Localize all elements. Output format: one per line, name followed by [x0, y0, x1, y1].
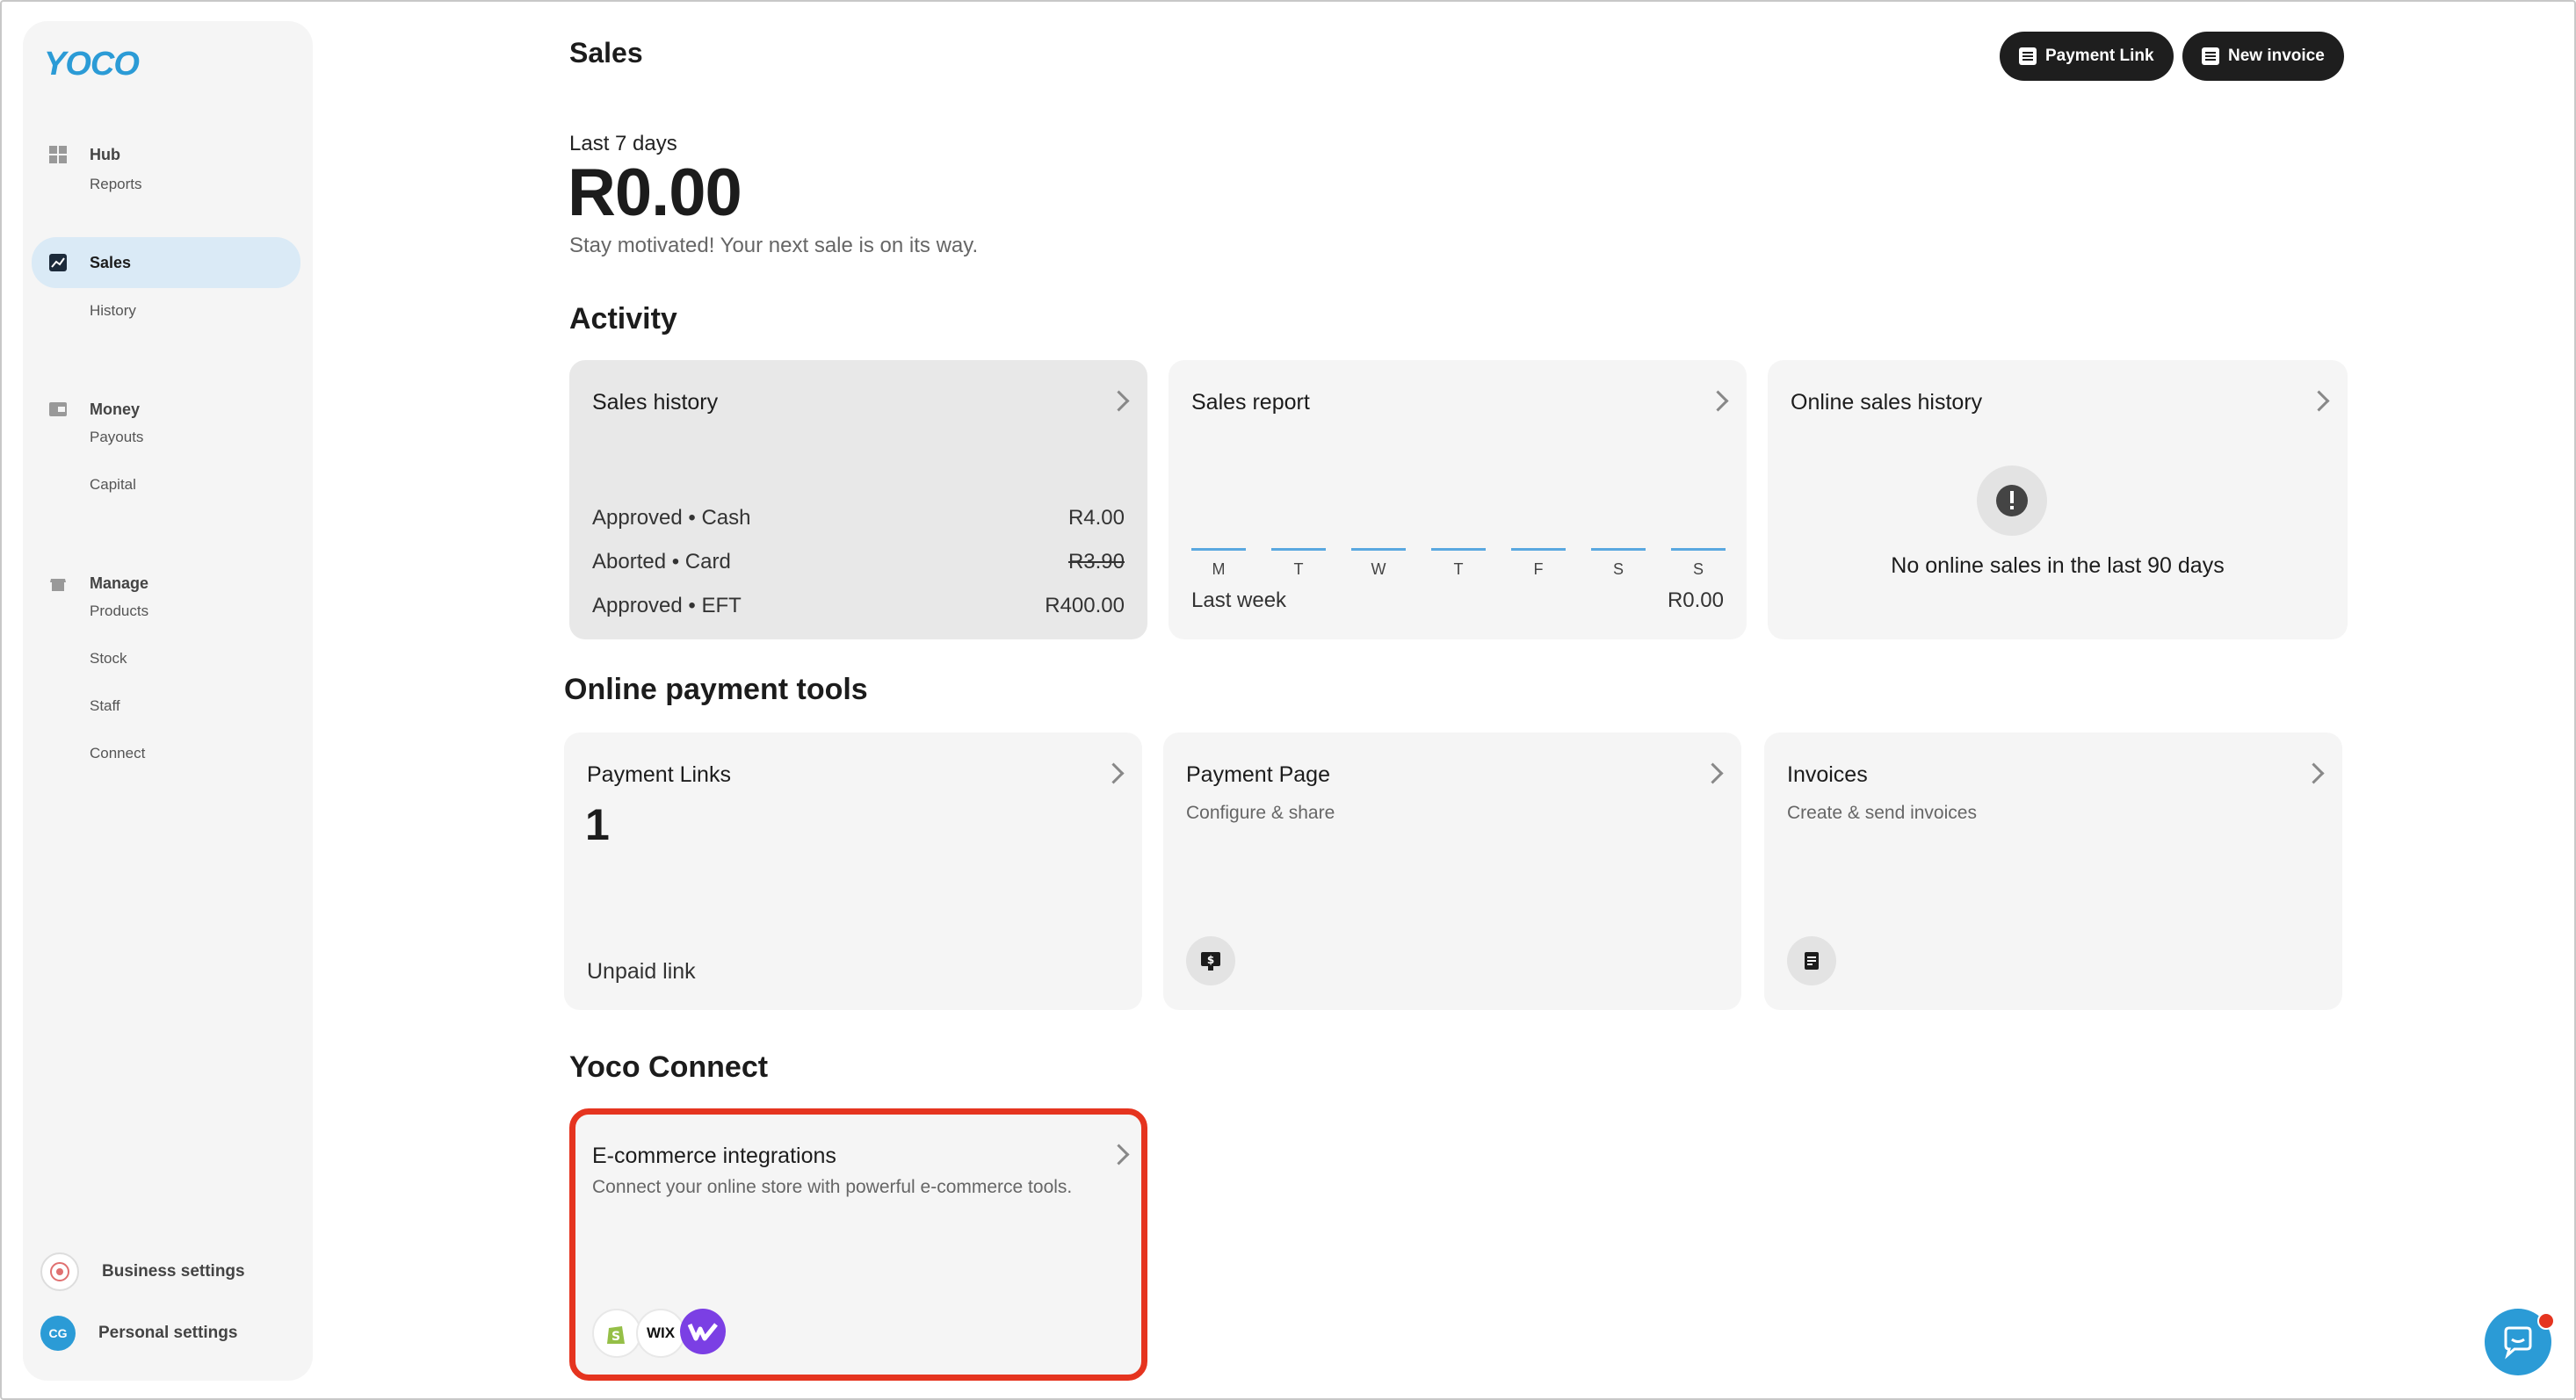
- page-title: Sales: [569, 37, 643, 69]
- sales-history-title: Sales history: [592, 390, 719, 415]
- svg-text:$: $: [1207, 954, 1214, 966]
- nav-money-label: Money: [90, 400, 141, 418]
- chart-bar: [1191, 548, 1246, 551]
- alert-icon: [1977, 465, 2047, 536]
- payment-link-button[interactable]: Payment Link: [2000, 32, 2174, 81]
- tools-heading: Online payment tools: [564, 673, 868, 706]
- invoice-icon: [1787, 936, 1836, 985]
- grid-icon: [47, 144, 69, 165]
- payment-page-title: Payment Page: [1186, 762, 1330, 787]
- payment-links-card[interactable]: Payment Links 1 Unpaid link: [564, 732, 1142, 1010]
- unpaid-link-label: Unpaid link: [587, 959, 696, 984]
- connect-heading: Yoco Connect: [569, 1050, 769, 1084]
- chart-bar: [1591, 548, 1646, 551]
- invoice-icon: [2202, 47, 2219, 65]
- list-item: Approved • Cash R4.00: [592, 506, 1125, 530]
- online-sales-title: Online sales history: [1791, 390, 1983, 415]
- link-icon: [2019, 47, 2037, 65]
- payment-page-subtitle: Configure & share: [1186, 803, 1335, 823]
- nav-stock[interactable]: Stock: [90, 650, 127, 668]
- chevron-right-icon: [1108, 390, 1130, 412]
- online-sales-card[interactable]: Online sales history No online sales in …: [1768, 360, 2348, 639]
- nav-hub[interactable]: Hub: [47, 130, 120, 179]
- list-item: Aborted • Card R3.90: [592, 550, 1125, 574]
- payment-links-count: 1: [585, 800, 610, 849]
- nav-capital[interactable]: Capital: [90, 476, 136, 494]
- chart-bar: [1511, 548, 1566, 551]
- nav-connect[interactable]: Connect: [90, 745, 145, 762]
- row-value: R4.00: [1067, 506, 1125, 530]
- row-label: Aborted • Card: [592, 550, 731, 574]
- chat-icon: [2504, 1326, 2532, 1360]
- nav-staff[interactable]: Staff: [90, 697, 120, 715]
- wallet-icon: [47, 399, 69, 420]
- chevron-right-icon: [1103, 762, 1125, 784]
- day-label: T: [1453, 560, 1464, 578]
- activity-heading: Activity: [569, 302, 677, 336]
- sales-amount: R0.00: [568, 155, 742, 230]
- period-label: Last 7 days: [569, 132, 677, 155]
- day-label: W: [1371, 560, 1386, 578]
- nav-payouts[interactable]: Payouts: [90, 429, 143, 446]
- notification-badge: [2537, 1312, 2555, 1330]
- motivation-text: Stay motivated! Your next sale is on its…: [569, 234, 979, 257]
- payment-page-icon: $: [1186, 936, 1235, 985]
- sidebar: YOCO Hub Reports Sales History Money Pay…: [23, 21, 313, 1381]
- chart-bar: [1431, 548, 1486, 551]
- nav-reports[interactable]: Reports: [90, 176, 142, 193]
- day-label: T: [1293, 560, 1304, 578]
- business-settings[interactable]: Business settings: [40, 1252, 245, 1291]
- invoices-subtitle: Create & send invoices: [1787, 803, 1977, 823]
- nav-sales-label: Sales: [90, 253, 132, 271]
- chevron-right-icon: [1707, 390, 1729, 412]
- new-invoice-label: New invoice: [2228, 47, 2325, 65]
- payment-page-card[interactable]: Payment Page Configure & share $: [1163, 732, 1741, 1010]
- nav-hub-label: Hub: [90, 145, 120, 163]
- chevron-right-icon: [2308, 390, 2330, 412]
- nav-history[interactable]: History: [90, 302, 136, 320]
- payment-links-title: Payment Links: [587, 762, 731, 787]
- window-frame: [0, 0, 2576, 1400]
- nav-manage[interactable]: Manage: [47, 559, 148, 608]
- nav-sales[interactable]: Sales: [47, 238, 131, 287]
- chart-bar: [1271, 548, 1326, 551]
- personal-settings-label: Personal settings: [98, 1324, 238, 1342]
- sales-report-title: Sales report: [1191, 390, 1310, 415]
- invoices-card[interactable]: Invoices Create & send invoices: [1764, 732, 2342, 1010]
- row-label: Approved • Cash: [592, 506, 751, 530]
- yoco-logo[interactable]: YOCO: [44, 46, 140, 83]
- invoices-title: Invoices: [1787, 762, 1868, 787]
- avatar: CG: [40, 1316, 76, 1351]
- online-sales-message: No online sales in the last 90 days: [1891, 553, 2225, 578]
- day-label: S: [1612, 560, 1624, 578]
- report-total: R0.00: [1667, 588, 1724, 612]
- chart-bar: [1671, 548, 1726, 551]
- period-label: Last week: [1191, 588, 1287, 612]
- sales-history-card[interactable]: Sales history Approved • Cash R4.00 Abor…: [569, 360, 1147, 639]
- row-value: R3.90: [1067, 550, 1125, 574]
- day-label: S: [1692, 560, 1704, 578]
- highlight-box: [569, 1108, 1147, 1381]
- chevron-right-icon: [1702, 762, 1724, 784]
- payment-link-label: Payment Link: [2045, 47, 2154, 65]
- chevron-right-icon: [2303, 762, 2325, 784]
- new-invoice-button[interactable]: New invoice: [2182, 32, 2344, 81]
- sales-report-card[interactable]: Sales report M T W T F S S Last week R0.…: [1169, 360, 1747, 639]
- business-settings-label: Business settings: [102, 1262, 245, 1281]
- business-logo-icon: [40, 1252, 79, 1291]
- chart-icon: [47, 252, 69, 273]
- nav-manage-label: Manage: [90, 574, 149, 592]
- report-footer: Last week R0.00: [1191, 588, 1724, 613]
- day-label: M: [1212, 560, 1226, 578]
- list-item: Approved • EFT R400.00: [592, 594, 1125, 618]
- day-label: F: [1533, 560, 1544, 578]
- personal-settings[interactable]: CG Personal settings: [40, 1316, 237, 1351]
- nav-money[interactable]: Money: [47, 385, 140, 434]
- store-icon: [47, 573, 69, 594]
- nav-products[interactable]: Products: [90, 603, 148, 620]
- chart-bar: [1351, 548, 1406, 551]
- row-value: R400.00: [1045, 594, 1125, 617]
- row-label: Approved • EFT: [592, 594, 742, 617]
